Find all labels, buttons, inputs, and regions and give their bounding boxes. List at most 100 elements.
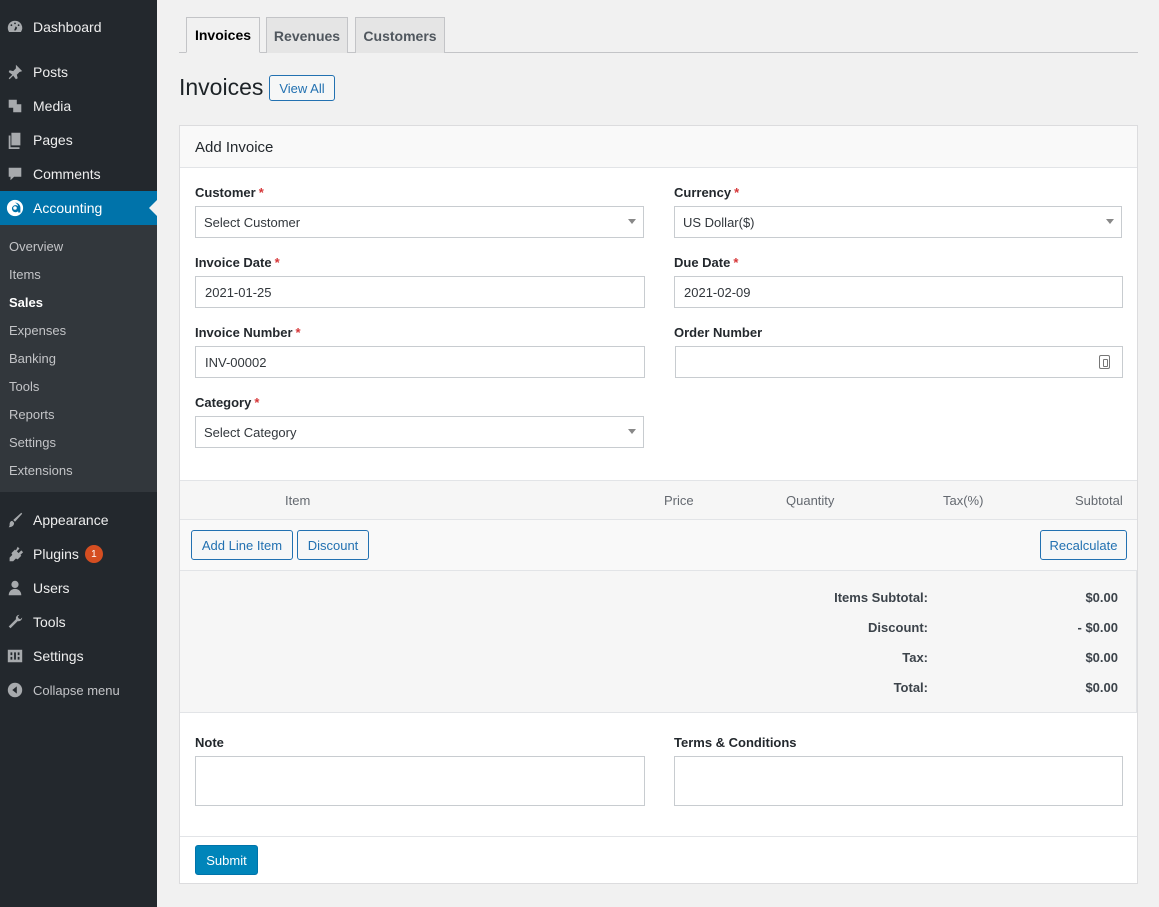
collapse-menu-button[interactable]: Collapse menu [0,673,157,707]
sidebar-item-label: Tools [33,614,66,630]
collapse-menu-label: Collapse menu [33,682,120,698]
sidebar-item-comments[interactable]: Comments [0,157,157,191]
recalculate-button[interactable]: Recalculate [1040,530,1127,560]
customer-label: Customer * [195,185,264,200]
tab-revenues[interactable]: Revenues [266,17,348,53]
order-number-input[interactable] [675,346,1123,378]
total-value: $0.00 [1085,680,1118,695]
active-indicator [149,200,157,216]
plugin-icon [5,544,25,564]
sidebar-item-dashboard[interactable]: Dashboard [0,10,157,44]
comment-icon [5,164,25,184]
sidebar-item-settings[interactable]: Settings [0,639,157,673]
panel-footer: Submit [180,836,1137,883]
discount-value: - $0.00 [1077,620,1118,635]
tab-customers[interactable]: Customers [355,17,445,53]
panel-header: Add Invoice [180,126,1137,168]
admin-sidebar: Dashboard Posts Media Pages Comments Acc… [0,0,157,907]
submenu-item-items[interactable]: Items [9,267,41,282]
submenu-item-overview[interactable]: Overview [9,239,63,254]
user-icon [5,578,25,598]
column-header-tax: Tax(%) [943,493,984,508]
pin-icon [5,62,25,82]
discount-label: Discount: [868,620,928,635]
sidebar-item-label: Plugins [33,546,79,562]
sidebar-item-posts[interactable]: Posts [0,55,157,89]
dashboard-icon [5,17,25,37]
invoice-date-input[interactable]: 2021-01-25 [195,276,645,308]
add-invoice-panel: Add Invoice Customer * Select Customer Cu… [179,125,1138,884]
category-select[interactable]: Select Category [195,416,644,448]
sidebar-item-label: Settings [33,648,84,664]
sidebar-item-label: Pages [33,132,73,148]
column-header-quantity: Quantity [786,493,835,508]
tax-value: $0.00 [1085,650,1118,665]
line-items-actions: Add Line Item Discount Recalculate [180,520,1137,571]
customer-select-value: Select Customer [204,214,301,230]
line-items-header: Item Price Quantity Tax(%) Subtotal [180,480,1137,520]
note-textarea[interactable] [195,756,645,806]
discount-button[interactable]: Discount [297,530,369,560]
currency-label: Currency * [674,185,740,200]
sidebar-item-label: Appearance [33,512,109,528]
sidebar-item-plugins[interactable]: Plugins 1 [0,537,157,571]
terms-label: Terms & Conditions [674,735,797,750]
chevron-down-icon [1106,219,1114,224]
chevron-down-icon [628,429,636,434]
brush-icon [5,510,25,530]
collapse-icon [5,680,25,700]
due-date-input[interactable]: 2021-02-09 [674,276,1123,308]
submenu-item-banking[interactable]: Banking [9,351,56,366]
settings-icon [5,646,25,666]
media-icon [5,96,25,116]
invoice-number-input[interactable]: INV-00002 [195,346,645,378]
sidebar-item-users[interactable]: Users [0,571,157,605]
sidebar-item-label: Comments [33,166,101,182]
submenu-item-expenses[interactable]: Expenses [9,323,66,338]
invoice-date-label: Invoice Date * [195,255,280,270]
invoice-number-label: Invoice Number * [195,325,301,340]
sidebar-item-tools[interactable]: Tools [0,605,157,639]
tab-bar: Invoices Revenues Customers [179,17,1138,53]
panel-title: Add Invoice [195,139,274,156]
sidebar-item-pages[interactable]: Pages [0,123,157,157]
items-subtotal-label: Items Subtotal: [834,590,928,605]
accounting-submenu: Overview Items Sales Expenses Banking To… [0,225,157,492]
sidebar-item-media[interactable]: Media [0,89,157,123]
total-label: Total: [893,680,928,695]
terms-textarea[interactable] [674,756,1123,806]
chevron-down-icon [628,219,636,224]
page-title: Invoices [179,74,264,100]
sidebar-item-label: Accounting [33,200,103,216]
plugin-update-badge: 1 [84,545,103,563]
sidebar-item-appearance[interactable]: Appearance [0,503,157,537]
view-all-button[interactable]: View All [269,75,335,101]
add-line-item-button[interactable]: Add Line Item [191,530,293,560]
items-subtotal-value: $0.00 [1085,590,1118,605]
category-label: Category * [195,395,260,410]
currency-select-value: US Dollar($) [683,214,755,230]
column-header-subtotal: Subtotal [1075,493,1123,508]
totals-section: Items Subtotal: $0.00 Discount: - $0.00 … [180,571,1137,713]
submenu-item-tools[interactable]: Tools [9,379,39,394]
sidebar-item-accounting[interactable]: Accounting [0,191,157,225]
wrench-icon [5,612,25,632]
sidebar-item-label: Dashboard [33,19,102,35]
category-select-value: Select Category [204,424,297,440]
sidebar-item-label: Media [33,98,72,114]
accounting-icon [5,198,25,218]
customer-select[interactable]: Select Customer [195,206,644,238]
submenu-item-extensions[interactable]: Extensions [9,463,73,478]
order-number-label: Order Number [674,325,763,340]
pages-icon [5,130,25,150]
note-label: Note [195,735,224,750]
tax-label: Tax: [902,650,928,665]
submenu-item-settings[interactable]: Settings [9,435,56,450]
submenu-item-sales[interactable]: Sales [9,295,43,310]
contact-card-icon [1099,355,1110,369]
submenu-item-reports[interactable]: Reports [9,407,55,422]
sidebar-item-label: Users [33,580,70,596]
tab-invoices[interactable]: Invoices [186,17,260,53]
submit-button[interactable]: Submit [195,845,258,875]
currency-select[interactable]: US Dollar($) [674,206,1122,238]
